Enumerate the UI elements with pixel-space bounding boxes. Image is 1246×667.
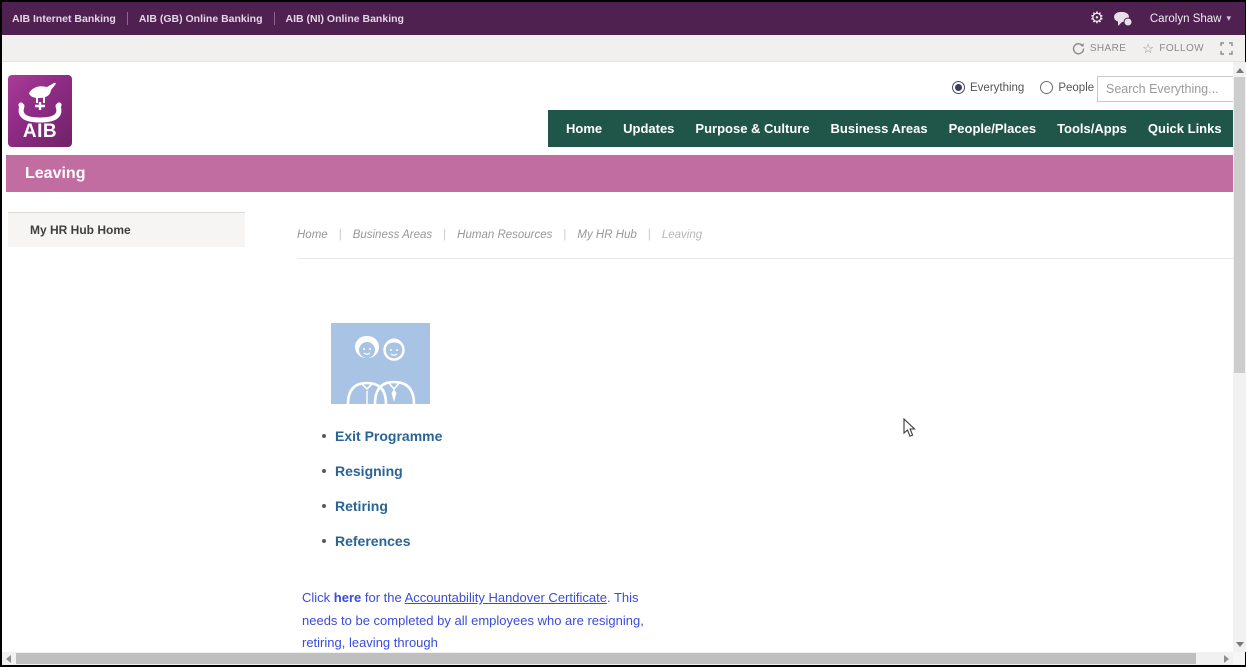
share-button[interactable]: SHARE: [1072, 42, 1126, 55]
search-input[interactable]: [1097, 76, 1246, 102]
here-link[interactable]: here: [334, 590, 361, 605]
share-sync-icon: [1072, 42, 1085, 55]
crumb-separator: |: [339, 229, 342, 241]
list-item: Exit Programme: [322, 428, 442, 444]
page-background: [2, 2, 1245, 665]
vertical-scrollbar-thumb[interactable]: [1234, 77, 1245, 373]
actions-bar: SHARE ☆ FOLLOW: [2, 35, 1245, 62]
horizontal-scrollbar-thumb[interactable]: [16, 653, 1196, 664]
list-item: References: [322, 533, 442, 549]
nav-purpose-culture[interactable]: Purpose & Culture: [695, 121, 809, 136]
divider: [274, 12, 275, 25]
chat-bubbles-icon: [1113, 11, 1133, 27]
para-text: Click: [302, 590, 334, 605]
user-menu[interactable]: Carolyn Shaw ▾: [1150, 13, 1231, 25]
nav-home[interactable]: Home: [566, 121, 602, 136]
star-icon: ☆: [1142, 42, 1154, 55]
bullet-icon: [322, 469, 326, 473]
scope-people-label: People: [1058, 82, 1094, 94]
crumb-current-leaving: Leaving: [662, 229, 702, 241]
list-item: Retiring: [322, 498, 442, 514]
bullet-icon: [322, 539, 326, 543]
aib-logo[interactable]: AIB: [8, 75, 72, 147]
messages-button[interactable]: [1110, 6, 1136, 32]
accountability-handover-certificate-link[interactable]: Accountability Handover Certificate: [405, 590, 607, 605]
scope-everything-radio[interactable]: Everything: [952, 81, 1024, 94]
user-name: Carolyn Shaw: [1150, 13, 1222, 25]
scroll-down-arrow-icon[interactable]: [1236, 642, 1244, 647]
bullet-icon: [322, 504, 326, 508]
main-nav: Home Updates Purpose & Culture Business …: [548, 110, 1246, 147]
crumb-my-hr-hub[interactable]: My HR Hub: [577, 229, 636, 241]
crumb-separator: |: [563, 229, 566, 241]
scope-people-radio[interactable]: People: [1040, 81, 1094, 94]
follow-label: FOLLOW: [1159, 43, 1204, 54]
scroll-left-arrow-icon[interactable]: [6, 655, 11, 663]
para-text: for the: [361, 590, 404, 605]
scroll-right-arrow-icon[interactable]: [1224, 655, 1229, 663]
link-aib-ni-online-banking[interactable]: AIB (NI) Online Banking: [286, 13, 404, 25]
bullet-icon: [322, 434, 326, 438]
link-references[interactable]: References: [335, 533, 411, 549]
crumb-separator: |: [443, 229, 446, 241]
nav-people-places[interactable]: People/Places: [949, 121, 1036, 136]
top-bar: AIB Internet Banking AIB (GB) Online Ban…: [2, 2, 1245, 35]
settings-button[interactable]: ⚙: [1084, 6, 1110, 32]
scroll-up-arrow-icon[interactable]: [1236, 68, 1244, 73]
nav-updates[interactable]: Updates: [623, 121, 674, 136]
horizontal-scrollbar[interactable]: [2, 652, 1233, 665]
divider: [127, 12, 128, 25]
banking-links: AIB Internet Banking AIB (GB) Online Ban…: [12, 12, 404, 25]
crumb-business-areas[interactable]: Business Areas: [353, 229, 432, 241]
breadcrumb: Home | Business Areas | Human Resources …: [297, 229, 702, 241]
search-scope-group: Everything People: [952, 81, 1110, 94]
link-aib-internet-banking[interactable]: AIB Internet Banking: [12, 13, 116, 25]
nav-business-areas[interactable]: Business Areas: [831, 121, 928, 136]
list-item: Resigning: [322, 463, 442, 479]
crumb-home[interactable]: Home: [297, 229, 328, 241]
crumb-human-resources[interactable]: Human Resources: [457, 229, 552, 241]
aib-bird-emblem-icon: [11, 79, 69, 125]
crumb-separator: |: [648, 229, 651, 241]
share-label: SHARE: [1090, 43, 1126, 54]
nav-quick-links[interactable]: Quick Links: [1148, 121, 1222, 136]
link-retiring[interactable]: Retiring: [335, 498, 388, 514]
content-divider: [297, 258, 1233, 259]
nav-tools-apps[interactable]: Tools/Apps: [1057, 121, 1127, 136]
link-resigning[interactable]: Resigning: [335, 463, 403, 479]
radio-unselected-icon: [1040, 81, 1053, 94]
sidebar-item-my-hr-hub-home[interactable]: My HR Hub Home: [8, 212, 245, 247]
scrollbar-corner: [1233, 652, 1245, 665]
follow-button[interactable]: ☆ FOLLOW: [1142, 42, 1204, 55]
certificate-paragraph: Click here for the Accountability Handov…: [302, 587, 647, 655]
screen: AIB Internet Banking AIB (GB) Online Ban…: [0, 0, 1246, 667]
link-exit-programme[interactable]: Exit Programme: [335, 428, 442, 444]
leaving-links-list: Exit Programme Resigning Retiring Refere…: [322, 428, 442, 568]
two-people-image: [331, 323, 430, 404]
logo-text: AIB: [23, 121, 57, 143]
scope-everything-label: Everything: [970, 82, 1024, 94]
caret-down-icon: ▾: [1226, 13, 1231, 24]
page-banner: Leaving: [6, 155, 1245, 192]
gear-icon: ⚙: [1090, 11, 1104, 27]
link-aib-gb-online-banking[interactable]: AIB (GB) Online Banking: [139, 13, 263, 25]
focus-mode-button[interactable]: [1220, 42, 1233, 55]
vertical-scrollbar[interactable]: [1233, 62, 1246, 652]
sidebar-item-label: My HR Hub Home: [30, 223, 131, 237]
radio-selected-icon: [952, 81, 965, 94]
page-title: Leaving: [25, 165, 85, 183]
focus-icon: [1220, 42, 1233, 55]
